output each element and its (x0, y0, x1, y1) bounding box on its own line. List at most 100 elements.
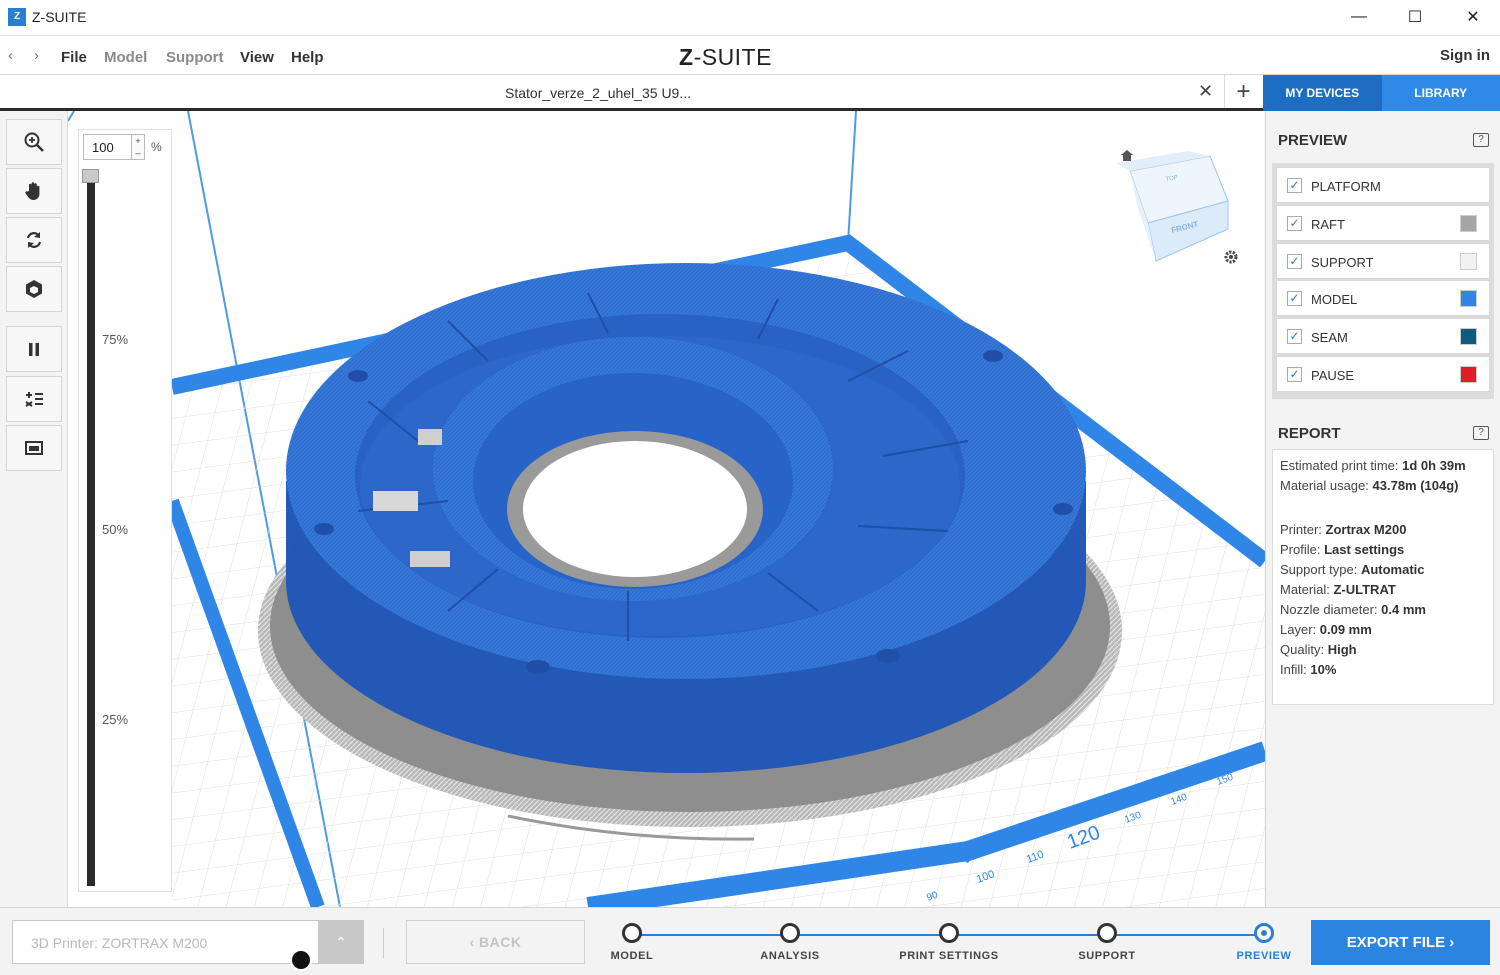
device-tabs: MY DEVICES LIBRARY (1263, 75, 1500, 111)
zoom-unit: % (151, 140, 162, 154)
layer-slider-track[interactable] (87, 178, 95, 886)
tab-library[interactable]: LIBRARY (1381, 75, 1500, 111)
menu-view[interactable]: View (240, 49, 274, 66)
back-arrow-icon[interactable]: ‹ (8, 47, 13, 64)
3d-viewport[interactable]: 90 100 110 120 130 140 150 TOP FRONT (68, 111, 1265, 907)
close-window-button[interactable]: ✕ (1444, 0, 1500, 34)
preview-item-label: MODEL (1311, 292, 1358, 308)
cube-icon (26, 280, 42, 298)
report-layer: Layer: 0.09 mm (1280, 622, 1372, 637)
color-swatch-raft[interactable] (1460, 214, 1477, 232)
bottom-bar: 3D Printer: ZORTRAX M200 ⌃ ‹ BACK MODEL … (0, 907, 1500, 975)
active-step-icon (1254, 923, 1274, 943)
menu-support[interactable]: Support (166, 49, 224, 66)
forward-arrow-icon[interactable]: › (34, 47, 39, 64)
slider-mark-75: 75% (102, 332, 129, 347)
preview-item-platform[interactable]: ✓ PLATFORM (1276, 167, 1490, 203)
tab-my-devices[interactable]: MY DEVICES (1263, 75, 1382, 111)
zoom-tool-button[interactable] (6, 119, 62, 165)
report-material: Material: Z-ULTRAT (1280, 582, 1396, 597)
back-button[interactable]: ‹ BACK (406, 920, 585, 964)
export-file-button[interactable]: EXPORT FILE › (1311, 920, 1490, 965)
step-label: PRINT SETTINGS (899, 950, 999, 962)
view-cube[interactable]: TOP FRONT (1116, 151, 1229, 262)
layer-list-button[interactable] (6, 376, 62, 422)
preview-item-model[interactable]: ✓ MODEL (1276, 280, 1490, 317)
report-material-usage: Material usage: 43.78m (104g) (1280, 478, 1459, 493)
printer-select[interactable]: 3D Printer: ZORTRAX M200 (12, 920, 319, 964)
color-swatch-support[interactable] (1460, 252, 1477, 270)
preview-item-label: SEAM (1311, 330, 1348, 346)
checkbox-platform[interactable]: ✓ (1287, 178, 1302, 193)
report-print-time: Estimated print time: 1d 0h 39m (1280, 458, 1466, 473)
preview-item-label: SUPPORT (1311, 254, 1374, 270)
checkbox-model[interactable]: ✓ (1287, 291, 1302, 307)
model-mesh (286, 263, 1086, 773)
slider-mark-50: 50% (102, 522, 129, 537)
brand-logo: Z-SUITE (679, 44, 772, 70)
section-view-button[interactable] (6, 425, 62, 471)
report-printer: Printer: Zortrax M200 (1280, 522, 1407, 537)
menu-file[interactable]: File (61, 49, 87, 66)
home-view-icon[interactable] (1121, 150, 1133, 161)
rotate-tool-button[interactable] (6, 217, 62, 263)
color-swatch-model[interactable] (1460, 290, 1477, 308)
pause-button[interactable] (6, 326, 62, 372)
checkbox-support[interactable]: ✓ (1287, 253, 1302, 269)
color-swatch-pause[interactable] (1460, 365, 1477, 383)
lock-icon (939, 923, 959, 943)
step-label: ANALYSIS (760, 950, 820, 962)
print-report: Estimated print time: 1d 0h 39m Material… (1272, 449, 1494, 705)
hand-icon (25, 182, 40, 200)
lock-icon (622, 923, 642, 943)
gear-icon[interactable] (1224, 250, 1238, 264)
preview-help-icon[interactable]: ? (1473, 133, 1489, 147)
rotate-icon (26, 232, 42, 248)
preview-item-support[interactable]: ✓ SUPPORT (1276, 242, 1490, 279)
right-panel: PREVIEW ? ✓ PLATFORM ✓ RAFT ✓ SUPPORT ✓ … (1265, 111, 1500, 907)
add-tab-button[interactable]: + (1224, 75, 1262, 108)
report-title: REPORT (1278, 425, 1341, 442)
lock-icon (780, 923, 800, 943)
preview-item-pause[interactable]: ✓ PAUSE (1276, 355, 1490, 392)
preview-item-raft[interactable]: ✓ RAFT (1276, 204, 1490, 241)
slider-mark-25: 25% (102, 712, 129, 727)
report-help-icon[interactable]: ? (1473, 426, 1489, 440)
zoom-stepper[interactable]: + – (131, 134, 145, 160)
layer-slider-panel: 100 + – % 75% 50% 25% (78, 129, 172, 892)
preview-title: PREVIEW (1278, 132, 1348, 149)
lock-icon (290, 949, 312, 971)
title-bar: Z Z-SUITE — ☐ ✕ (0, 0, 1500, 36)
color-swatch-seam[interactable] (1460, 328, 1477, 346)
checkbox-seam[interactable]: ✓ (1287, 329, 1302, 345)
maximize-button[interactable]: ☐ (1386, 0, 1444, 34)
app-title: Z-SUITE (32, 9, 87, 25)
file-tab[interactable]: Stator_verze_2_uhel_35 U9... (505, 85, 691, 101)
layer-slider-thumb[interactable] (82, 169, 99, 183)
minimize-button[interactable]: — (1330, 0, 1388, 34)
layers-icon (25, 441, 43, 455)
report-support-type: Support type: Automatic (1280, 562, 1425, 577)
report-infill: Infill: 10% (1280, 662, 1337, 677)
chevron-up-icon[interactable]: ⌃ (318, 920, 364, 964)
step-label: MODEL (610, 950, 654, 962)
checkbox-raft[interactable]: ✓ (1287, 215, 1302, 231)
view-cube-button[interactable] (6, 266, 62, 312)
view-toolbar (0, 111, 68, 907)
checkbox-pause[interactable]: ✓ (1287, 366, 1302, 382)
file-tab-bar: Stator_verze_2_uhel_35 U9... ✕ + (0, 75, 1263, 111)
menu-model[interactable]: Model (104, 49, 147, 66)
report-quality: Quality: High (1280, 642, 1357, 657)
pan-tool-button[interactable] (6, 168, 62, 214)
sign-in-link[interactable]: Sign in (1440, 47, 1490, 64)
menu-help[interactable]: Help (291, 49, 324, 66)
lock-icon (1097, 923, 1117, 943)
preview-item-label: PLATFORM (1311, 179, 1381, 194)
close-tab-icon[interactable]: ✕ (1198, 81, 1213, 102)
step-label: PREVIEW (1236, 950, 1292, 962)
divider (383, 928, 384, 958)
preview-item-seam[interactable]: ✓ SEAM (1276, 318, 1490, 355)
report-profile: Profile: Last settings (1280, 542, 1405, 557)
step-label: SUPPORT (1078, 950, 1136, 962)
zoom-input[interactable]: 100 (83, 134, 133, 160)
